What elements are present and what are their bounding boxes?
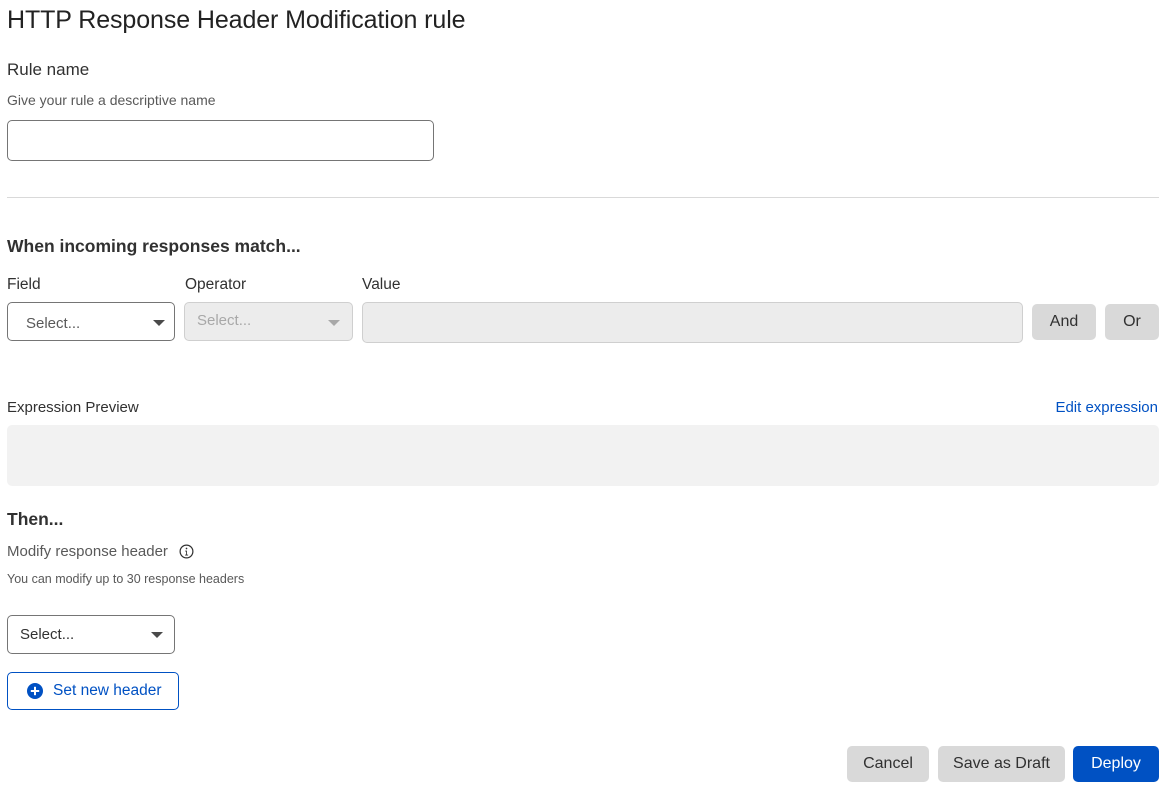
operator-label: Operator <box>185 276 247 293</box>
rule-name-help: Give your rule a descriptive name <box>7 92 216 108</box>
info-icon[interactable] <box>179 544 194 559</box>
field-select[interactable]: Select... <box>7 302 175 341</box>
edit-expression-link[interactable]: Edit expression <box>1055 399 1158 416</box>
operator-select: Select... <box>184 302 353 341</box>
modify-header-row: Modify response header <box>7 543 194 560</box>
set-new-header-label: Set new header <box>53 682 162 699</box>
header-action-select[interactable]: Select... <box>7 615 175 654</box>
modify-header-label: Modify response header <box>7 543 168 560</box>
rule-name-input[interactable] <box>7 120 434 161</box>
chevron-down-icon <box>328 320 340 326</box>
value-input <box>362 302 1023 343</box>
then-heading: Then... <box>7 509 64 529</box>
expression-preview <box>7 425 1159 486</box>
chevron-down-icon <box>153 320 165 326</box>
page-title: HTTP Response Header Modification rule <box>7 6 466 34</box>
chevron-down-icon <box>151 632 163 638</box>
deploy-button[interactable]: Deploy <box>1073 746 1159 782</box>
section-divider <box>7 197 1159 198</box>
plus-circle-icon <box>27 683 43 699</box>
or-button[interactable]: Or <box>1105 304 1159 340</box>
and-button[interactable]: And <box>1032 304 1096 340</box>
modify-header-help: You can modify up to 30 response headers <box>7 572 245 586</box>
header-action-placeholder: Select... <box>20 626 75 643</box>
field-select-placeholder: Select... <box>26 314 81 332</box>
value-label: Value <box>362 276 401 293</box>
operator-select-placeholder: Select... <box>197 312 252 329</box>
save-draft-button[interactable]: Save as Draft <box>938 746 1065 782</box>
set-new-header-button[interactable]: Set new header <box>7 672 179 710</box>
rule-name-label: Rule name <box>7 60 90 79</box>
expression-preview-label: Expression Preview <box>7 399 139 416</box>
cancel-button[interactable]: Cancel <box>847 746 929 782</box>
field-label: Field <box>7 276 41 293</box>
match-heading: When incoming responses match... <box>7 236 301 256</box>
